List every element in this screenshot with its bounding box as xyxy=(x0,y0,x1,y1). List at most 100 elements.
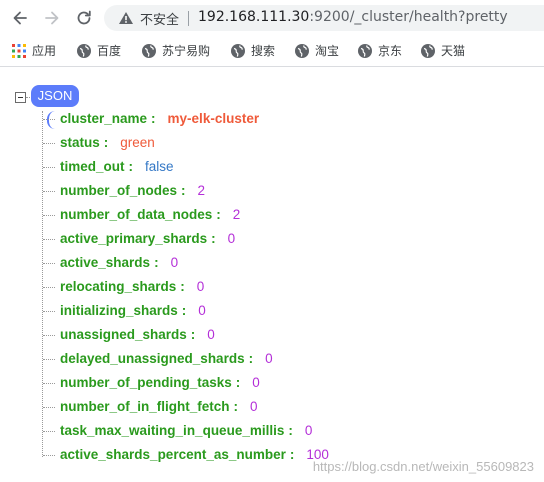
json-key: active_shards xyxy=(60,255,151,270)
json-key: active_primary_shards xyxy=(60,231,208,246)
json-value: my-elk-cluster xyxy=(167,111,260,126)
bookmark-label: 京东 xyxy=(378,44,403,58)
tree-connector xyxy=(43,382,55,384)
reload-button[interactable] xyxy=(74,8,94,28)
json-colon: : xyxy=(103,135,109,150)
bookmark-label: 淘宝 xyxy=(315,44,340,58)
bookmarks-bar: 应用 百度 苏宁易购 搜索 淘宝 京东 天猫 xyxy=(0,36,544,67)
back-button[interactable] xyxy=(10,8,30,28)
json-colon: : xyxy=(190,327,196,342)
json-value: 0 xyxy=(227,231,236,246)
json-value: 0 xyxy=(207,327,215,342)
json-colon: : xyxy=(128,159,134,174)
json-root-badge[interactable]: JSON xyxy=(31,85,79,107)
json-key: number_of_nodes xyxy=(60,183,178,198)
json-colon: : xyxy=(211,231,216,246)
json-key: number_of_pending_tasks xyxy=(60,375,232,390)
tree-connector xyxy=(43,430,55,432)
json-colon: : xyxy=(248,351,254,366)
globe-icon xyxy=(77,44,91,58)
json-value: 0 xyxy=(170,255,179,270)
reload-icon xyxy=(77,10,91,25)
json-key: status xyxy=(60,135,100,150)
tree-connector xyxy=(43,286,55,288)
json-value: 2 xyxy=(197,183,206,198)
tree-connector xyxy=(43,214,55,216)
tree-connector xyxy=(43,190,55,192)
json-value: green xyxy=(120,135,155,150)
bookmark-label: 搜索 xyxy=(251,44,276,58)
json-key: initializing_shards xyxy=(60,303,178,318)
json-key: timed_out xyxy=(60,159,125,174)
json-key: delayed_unassigned_shards xyxy=(60,351,245,366)
json-key: unassigned_shards xyxy=(60,327,187,342)
address-bar[interactable]: 不安全 192.168.111.30:9200/_cluster/health?… xyxy=(104,5,544,31)
json-property-row: number_of_pending_tasks:0 xyxy=(43,371,260,395)
json-value: 0 xyxy=(250,399,258,414)
json-property-row: timed_out: false xyxy=(43,155,174,179)
bookmark-tmall[interactable]: 天猫 xyxy=(421,43,465,59)
json-value: false xyxy=(145,159,174,174)
forward-arrow-icon xyxy=(45,11,59,25)
json-property-row: unassigned_shards:0 xyxy=(43,323,215,347)
warning-icon[interactable] xyxy=(118,11,134,25)
json-property-row: active_primary_shards:0 xyxy=(43,227,235,251)
json-colon: : xyxy=(288,423,293,438)
json-colon: : xyxy=(235,375,241,390)
json-colon: : xyxy=(216,207,221,222)
url-host: 192.168.111.30 xyxy=(198,9,310,25)
json-value: 0 xyxy=(265,351,273,366)
json-colon: : xyxy=(181,303,187,318)
json-colon: : xyxy=(289,447,295,462)
apps-grid-icon xyxy=(12,44,26,58)
tree-connector xyxy=(43,358,55,360)
bookmark-apps[interactable]: 应用 xyxy=(12,43,56,59)
json-colon: : xyxy=(233,399,239,414)
bookmark-label: 苏宁易购 xyxy=(162,44,211,58)
json-property-row: task_max_waiting_in_queue_millis:0 xyxy=(43,419,312,443)
json-colon: : xyxy=(151,111,156,126)
bookmark-baidu[interactable]: 百度 xyxy=(77,43,121,59)
bookmark-suning[interactable]: 苏宁易购 xyxy=(142,43,210,59)
json-property-row: cluster_name: my-elk-cluster xyxy=(43,107,259,131)
bookmark-search[interactable]: 搜索 xyxy=(231,43,275,59)
browser-toolbar: 不安全 192.168.111.30:9200/_cluster/health?… xyxy=(0,0,544,36)
collapse-toggle-icon[interactable] xyxy=(15,92,26,103)
json-colon: : xyxy=(154,255,159,270)
bookmark-taobao[interactable]: 淘宝 xyxy=(295,43,339,59)
bookmark-jd[interactable]: 京东 xyxy=(358,43,402,59)
json-value: 0 xyxy=(196,279,205,294)
tree-connector xyxy=(43,142,55,144)
security-label[interactable]: 不安全 xyxy=(140,9,179,28)
address-separator xyxy=(188,11,189,26)
tree-connector xyxy=(43,334,55,336)
json-key: relocating_shards xyxy=(60,279,177,294)
watermark: https://blog.csdn.net/weixin_55609823 xyxy=(312,459,534,474)
url-text[interactable]: 192.168.111.30:9200/_cluster/health?pret… xyxy=(198,9,508,25)
globe-icon xyxy=(295,44,309,58)
json-value: 2 xyxy=(232,207,241,222)
json-key: active_shards_percent_as_number xyxy=(60,447,286,462)
json-key: cluster_name xyxy=(60,111,148,126)
forward-button[interactable] xyxy=(42,8,62,28)
tree-connector xyxy=(43,406,55,408)
json-key: number_of_data_nodes xyxy=(60,207,213,222)
json-property-row: relocating_shards:0 xyxy=(43,275,204,299)
json-property-row: number_of_in_flight_fetch:0 xyxy=(43,395,258,419)
back-arrow-icon xyxy=(13,11,27,25)
url-path: :9200/_cluster/health?pretty xyxy=(309,9,508,25)
tree-connector xyxy=(43,262,55,264)
json-property-row: active_shards_percent_as_number:100 xyxy=(43,443,329,467)
json-key: number_of_in_flight_fetch xyxy=(60,399,230,414)
bookmark-label: 应用 xyxy=(32,44,57,58)
globe-icon xyxy=(421,44,435,58)
json-property-row: delayed_unassigned_shards:0 xyxy=(43,347,273,371)
json-property-row: status: green xyxy=(43,131,155,155)
json-property-row: number_of_nodes:2 xyxy=(43,179,205,203)
bookmark-label: 天猫 xyxy=(441,44,466,58)
tree-connector xyxy=(43,454,55,456)
json-value: 0 xyxy=(198,303,206,318)
json-key: task_max_waiting_in_queue_millis xyxy=(60,423,285,438)
json-colon: : xyxy=(181,183,186,198)
json-colon: : xyxy=(180,279,185,294)
